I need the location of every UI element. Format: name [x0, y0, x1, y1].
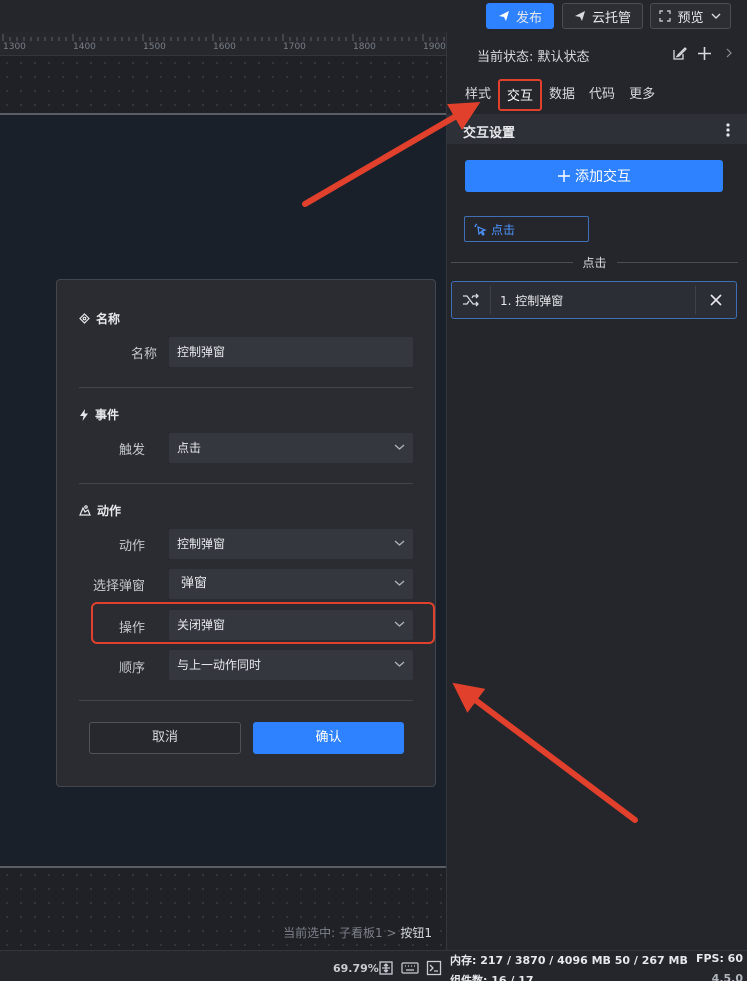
status-bar: 69.79% — [0, 950, 446, 981]
event-divider: 点击 — [451, 254, 739, 270]
ruler-label: 1600 — [213, 42, 236, 52]
action-icon — [79, 505, 91, 516]
popup-select-value: 弹窗 — [181, 576, 208, 591]
ruler-label: 1800 — [353, 42, 376, 52]
publish-button[interactable]: 发布 — [486, 3, 554, 29]
operation-field-label: 操作 — [118, 621, 145, 636]
component-count: 组件数: 16 / 17 — [450, 974, 534, 981]
interaction-dialog: 名称 名称 控制弹窗 事件 触发 点击 动作 动作 控制弹窗 选择弹窗 弹窗 操… — [56, 279, 436, 787]
edit-icon[interactable] — [672, 46, 687, 61]
action-list-item[interactable]: 1. 控制弹窗 — [451, 281, 737, 319]
group-event-title: 事件 — [79, 406, 119, 423]
preview-label: 预览 — [677, 10, 704, 26]
selection-path: 当前选中: 子看板1 > — [283, 926, 401, 940]
group-name-label: 名称 — [96, 312, 121, 326]
fullscreen-icon — [659, 10, 672, 22]
ruler-label: 1400 — [73, 42, 96, 52]
chevron-down-icon[interactable] — [710, 10, 722, 22]
cancel-button[interactable]: 取消 — [89, 722, 241, 754]
canvas-grid-area: 当前选中: 子看板1 > 按钮1 — [0, 868, 446, 950]
chevron-down-icon — [394, 444, 405, 450]
tab-more[interactable]: 更多 — [622, 79, 662, 111]
fit-screen-icon[interactable] — [377, 960, 395, 976]
group-action-label: 动作 — [97, 504, 122, 518]
terminal-icon[interactable] — [425, 960, 443, 976]
order-select[interactable]: 与上一动作同时 — [169, 650, 413, 680]
lightning-icon — [80, 408, 88, 421]
zoom-level[interactable]: 69.79% — [333, 962, 379, 975]
trigger-select[interactable]: 点击 — [169, 433, 413, 463]
memory-usage: 内存: 217 / 3870 / 4096 MB 50 / 267 MB — [450, 954, 688, 967]
chevron-down-icon — [394, 540, 405, 546]
state-row: 当前状态: 默认状态 — [447, 32, 747, 76]
chevron-down-icon — [394, 580, 405, 586]
performance-stats: 内存: 217 / 3870 / 4096 MB 50 / 267 MB FPS… — [446, 950, 747, 981]
chevron-right-icon[interactable] — [725, 48, 733, 58]
selection-breadcrumb: 当前选中: 子看板1 > 按钮1 — [283, 924, 432, 941]
order-field-label: 顺序 — [118, 661, 145, 676]
shuffle-icon — [463, 293, 479, 307]
keyboard-icon[interactable] — [401, 960, 419, 976]
tab-data[interactable]: 数据 — [542, 79, 582, 111]
tab-code[interactable]: 代码 — [582, 79, 622, 111]
action-select-value: 控制弹窗 — [177, 537, 226, 551]
add-interaction-label: 添加交互 — [575, 169, 631, 185]
diamond-icon — [79, 313, 90, 324]
panel-tabs: 样式 交互 数据 代码 更多 — [447, 76, 747, 114]
ruler-label: 1500 — [143, 42, 166, 52]
trigger-field-label: 触发 — [118, 443, 145, 458]
version-label: 4.5.0 — [711, 972, 743, 981]
chevron-down-icon — [394, 621, 405, 627]
cloud-hosting-button[interactable]: 云托管 — [562, 3, 643, 29]
name-input[interactable]: 控制弹窗 — [169, 337, 413, 367]
plus-icon[interactable] — [697, 46, 712, 61]
action-field-label: 动作 — [118, 539, 145, 554]
canvas-grid-area — [0, 56, 446, 114]
cloud-hosting-label: 云托管 — [591, 10, 631, 26]
preview-button[interactable]: 预览 — [650, 3, 731, 29]
plus-icon — [558, 170, 570, 182]
group-name-title: 名称 — [79, 310, 120, 327]
ruler-label: 1300 — [3, 42, 26, 52]
group-event-label: 事件 — [95, 408, 120, 422]
top-toolbar: 发布 云托管 预览 — [0, 0, 747, 32]
confirm-button[interactable]: 确认 — [253, 722, 404, 754]
fps-counter: FPS: 60 — [695, 952, 743, 965]
event-chip-click[interactable]: 点击 — [464, 216, 589, 242]
publish-label: 发布 — [515, 10, 542, 26]
tab-interaction[interactable]: 交互 — [498, 79, 543, 111]
trigger-select-value: 点击 — [177, 441, 202, 455]
add-interaction-button[interactable]: 添加交互 — [465, 160, 723, 192]
action-item-label: 1. 控制弹窗 — [500, 294, 564, 308]
send-icon — [498, 11, 509, 21]
order-select-value: 与上一动作同时 — [177, 658, 262, 672]
close-icon[interactable] — [710, 294, 722, 306]
selection-current: 按钮1 — [400, 926, 432, 940]
popup-select[interactable]: 弹窗 — [169, 569, 413, 599]
properties-panel: 当前状态: 默认状态 样式 交互 数据 代码 更多 交互设置 添加交互 点击 点… — [446, 32, 747, 950]
name-input-value: 控制弹窗 — [177, 345, 226, 359]
horizontal-ruler: 1300 1400 1500 1600 1700 1800 1900 — [0, 32, 446, 56]
section-title: 交互设置 — [463, 126, 516, 141]
tab-style[interactable]: 样式 — [458, 79, 498, 111]
pointer-click-icon — [474, 222, 487, 236]
more-vertical-icon[interactable] — [725, 122, 731, 138]
chevron-down-icon — [394, 661, 405, 667]
operation-select[interactable]: 关闭弹窗 — [169, 610, 413, 640]
ruler-label: 1700 — [283, 42, 306, 52]
current-state-label: 当前状态: 默认状态 — [477, 50, 590, 65]
event-divider-label: 点击 — [582, 255, 607, 270]
name-field-label: 名称 — [130, 347, 157, 362]
send-icon — [574, 11, 585, 21]
group-action-title: 动作 — [79, 502, 121, 519]
event-chip-label: 点击 — [491, 222, 516, 237]
interaction-settings-header: 交互设置 — [447, 114, 747, 144]
select-popup-field-label: 选择弹窗 — [92, 579, 145, 594]
operation-select-value: 关闭弹窗 — [177, 618, 226, 632]
ruler-label: 1900 — [423, 42, 446, 52]
action-select[interactable]: 控制弹窗 — [169, 529, 413, 559]
